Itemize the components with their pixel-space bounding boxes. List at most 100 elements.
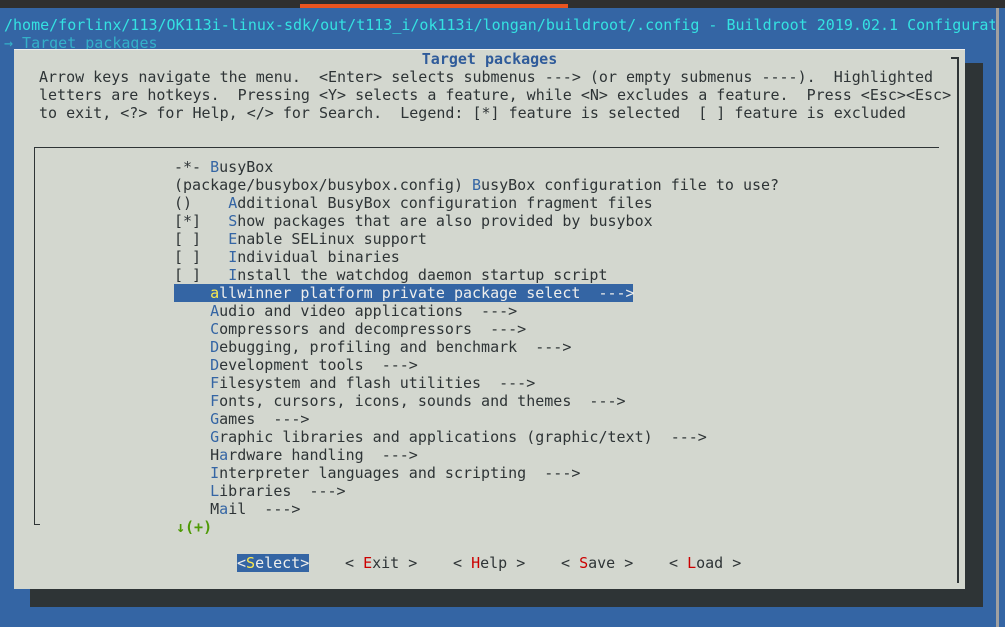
menu-item-label: ompressors and decompressors --->: [219, 320, 527, 338]
help-line: Arrow keys navigate the menu. <Enter> se…: [39, 68, 934, 86]
menu-item-prefix: [174, 410, 210, 428]
menu-item[interactable]: [ ] Enable SELinux support: [174, 230, 934, 248]
menu-item[interactable]: -*- BusyBox: [174, 158, 934, 176]
menu-item-prefix: [174, 392, 210, 410]
button-bracket: <: [669, 554, 688, 572]
more-items-indicator: ↓(+): [176, 518, 213, 536]
load-button[interactable]: < Load >: [669, 554, 741, 572]
menu-item-label: ames --->: [219, 410, 310, 428]
menu-item[interactable]: Compressors and decompressors --->: [174, 320, 934, 338]
menu-item-hotkey: F: [210, 374, 220, 392]
help-button[interactable]: < Help >: [453, 554, 525, 572]
terminal-scrollbar[interactable]: [995, 8, 1005, 627]
button-bracket: <: [453, 554, 472, 572]
menu-item-prefix: [ ]: [174, 248, 229, 266]
menu-item-prefix: (package/busybox/busybox.config): [174, 176, 473, 194]
menu-item-prefix: [174, 356, 210, 374]
menu-item-label: udio and video applications --->: [219, 302, 518, 320]
button-label: xit >: [372, 554, 418, 572]
menu-item-hotkey: B: [472, 176, 482, 194]
menu-item-hotkey: E: [228, 230, 238, 248]
menu-item-label: il --->: [228, 500, 301, 518]
menu-item[interactable]: Fonts, cursors, icons, sounds and themes…: [174, 392, 934, 410]
button-label: elect>: [255, 554, 310, 572]
help-line: to exit, <?> for Help, </> for Search. L…: [39, 104, 906, 122]
button-label: elp >: [480, 554, 526, 572]
menu-item-label: evelopment tools --->: [219, 356, 418, 374]
menu-item-hotkey: a: [210, 284, 220, 302]
menu-item[interactable]: Development tools --->: [174, 356, 934, 374]
menu-list: -*- BusyBox (package/busybox/busybox.conf…: [174, 158, 934, 536]
menu-item-prefix: [174, 284, 210, 302]
menu-item-label: nterpreter languages and scripting --->: [219, 464, 581, 482]
menu-item-label: ibraries --->: [219, 482, 346, 500]
menu-item-prefix: [ ]: [174, 230, 229, 248]
button-bracket: <: [345, 554, 364, 572]
button-hotkey: E: [363, 554, 373, 572]
menu-item-hotkey: A: [228, 194, 238, 212]
menu-item[interactable]: Hardware handling --->: [174, 446, 934, 464]
menu-item[interactable]: Interpreter languages and scripting --->: [174, 464, 934, 482]
select-button[interactable]: <Select>: [237, 554, 310, 572]
exit-button[interactable]: < Exit >: [345, 554, 417, 572]
menu-item-label: dditional BusyBox configuration fragment…: [237, 194, 653, 212]
terminal-tab-bar: [0, 0, 1005, 8]
menu-item-prefix: [174, 302, 210, 320]
menu-item[interactable]: Mail --->: [174, 500, 934, 518]
menu-item-hotkey: a: [219, 446, 229, 464]
menu-item[interactable]: Debugging, profiling and benchmark --->: [174, 338, 934, 356]
menu-item-hotkey: D: [210, 338, 220, 356]
menu-item-prefix: (): [174, 194, 229, 212]
menu-item-hotkey: G: [210, 410, 220, 428]
menu-item[interactable]: [ ] Individual binaries: [174, 248, 934, 266]
button-hotkey: S: [579, 554, 589, 572]
menu-item-label: nstall the watchdog daemon startup scrip…: [237, 266, 608, 284]
menu-item[interactable]: Filesystem and flash utilities --->: [174, 374, 934, 392]
menu-item-hotkey: G: [210, 428, 220, 446]
menu-item-label: ndividual binaries: [237, 248, 400, 266]
menu-item[interactable]: Games --->: [174, 410, 934, 428]
menu-item-hotkey: I: [228, 266, 238, 284]
menu-item-hotkey: I: [228, 248, 238, 266]
help-line: letters are hotkeys. Pressing <Y> select…: [39, 86, 952, 104]
menu-item[interactable]: (package/busybox/busybox.config) BusyBox…: [174, 176, 934, 194]
scrollbar-thumb[interactable]: [996, 8, 999, 627]
menu-item-prefix: H: [174, 446, 220, 464]
button-bracket: <: [561, 554, 580, 572]
menu-item-hotkey: B: [210, 158, 220, 176]
menu-item-selected[interactable]: allwinner platform private package selec…: [174, 284, 635, 302]
menu-item-label: raphic libraries and applications (graph…: [219, 428, 707, 446]
button-label: oad >: [696, 554, 742, 572]
menu-item[interactable]: [ ] Install the watchdog daemon startup …: [174, 266, 934, 284]
help-text: Arrow keys navigate the menu. <Enter> se…: [39, 68, 951, 122]
menu-item[interactable]: [*] Show packages that are also provided…: [174, 212, 934, 230]
menu-item-hotkey: A: [210, 302, 220, 320]
dialog-title: Target packages: [421, 50, 558, 68]
menu-item-hotkey: F: [210, 392, 220, 410]
menu-item-hotkey: C: [210, 320, 220, 338]
menu-item-hotkey: D: [210, 356, 220, 374]
button-hotkey: S: [246, 554, 256, 572]
menu-item-label: rdware handling --->: [228, 446, 418, 464]
button-label: ave >: [588, 554, 634, 572]
menu-item[interactable]: Graphic libraries and applications (grap…: [174, 428, 934, 446]
menu-item[interactable]: () Additional BusyBox configuration frag…: [174, 194, 934, 212]
menu-item-label: how packages that are also provided by b…: [237, 212, 653, 230]
terminal-header: /home/forlinx/113/OK113i-linux-sdk/out/t…: [0, 8, 1005, 52]
menu-item-label: ilesystem and flash utilities --->: [219, 374, 536, 392]
menu-item-prefix: [ ]: [174, 266, 229, 284]
menu-item[interactable]: Libraries --->: [174, 482, 934, 500]
menu-item-hotkey: L: [210, 482, 220, 500]
menu-item-prefix: [174, 338, 210, 356]
menu-item[interactable]: Audio and video applications --->: [174, 302, 934, 320]
menu-item-hotkey: S: [228, 212, 238, 230]
save-button[interactable]: < Save >: [561, 554, 633, 572]
menu-item-label: nable SELinux support: [237, 230, 427, 248]
menu-item-prefix: [174, 320, 210, 338]
menu-item-prefix: [174, 374, 210, 392]
menu-item-prefix: -*-: [174, 158, 211, 176]
menu-item-prefix: [*]: [174, 212, 229, 230]
menu-item-label: ebugging, profiling and benchmark --->: [219, 338, 572, 356]
button-hotkey: H: [471, 554, 481, 572]
menu-item-label: llwinner platform private package select…: [219, 284, 635, 302]
